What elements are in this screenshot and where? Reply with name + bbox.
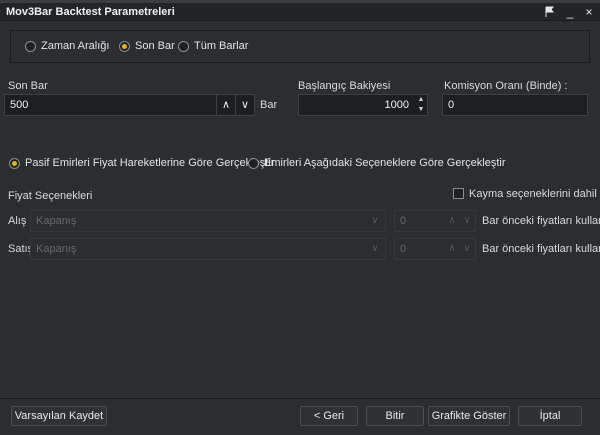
balance-input[interactable]: 1000 <box>298 94 428 116</box>
sell-number-up-icon[interactable]: ∧ <box>445 239 459 259</box>
sell-select-chevron-down-icon[interactable]: ∨ <box>368 239 382 259</box>
radio-emirleri-asagidaki[interactable] <box>248 158 259 169</box>
window-title: Mov3Bar Backtest Parametreleri <box>6 6 175 18</box>
sell-number-down-icon[interactable]: ∨ <box>460 239 474 259</box>
son-bar-label: Son Bar <box>8 80 48 92</box>
radio-label-emirleri-asagidaki[interactable]: Emirleri Aşağıdaki Seçeneklere Göre Gerç… <box>264 157 505 169</box>
cancel-button[interactable]: İptal <box>518 406 582 426</box>
son-bar-unit: Bar <box>260 99 278 111</box>
buy-select-chevron-down-icon[interactable]: ∨ <box>368 211 382 231</box>
buy-label: Alış <box>8 215 27 227</box>
radio-tum-barlar[interactable] <box>178 41 189 52</box>
balance-down-icon[interactable]: ▼ <box>416 105 426 115</box>
slippage-checkbox[interactable] <box>453 188 464 199</box>
minimize-button[interactable]: _ <box>562 4 578 20</box>
flag-icon[interactable] <box>542 4 558 20</box>
radio-label-zaman-araligi[interactable]: Zaman Aralığı <box>41 40 109 52</box>
balance-up-icon[interactable]: ▲ <box>416 95 426 105</box>
son-bar-up-button[interactable]: ∧ <box>216 94 236 116</box>
buy-number-up-icon[interactable]: ∧ <box>445 211 459 231</box>
close-button[interactable]: × <box>581 4 597 20</box>
son-bar-input[interactable]: 500 <box>4 94 218 116</box>
commission-input[interactable]: 0 <box>442 94 588 116</box>
radio-son-bar[interactable] <box>119 41 130 52</box>
sell-price-select[interactable]: Kapanış <box>30 238 386 260</box>
radio-label-son-bar[interactable]: Son Bar <box>135 40 175 52</box>
slippage-label[interactable]: Kayma seçeneklerini dahil et <box>469 188 600 200</box>
finish-button[interactable]: Bitir <box>366 406 424 426</box>
title-bar[interactable]: Mov3Bar Backtest Parametreleri _ × <box>0 3 600 21</box>
commission-label: Komisyon Oranı (Binde) : <box>444 80 568 92</box>
buy-price-select[interactable]: Kapanış <box>30 210 386 232</box>
radio-zaman-araligi[interactable] <box>25 41 36 52</box>
son-bar-down-button[interactable]: ∨ <box>235 94 255 116</box>
sell-suffix: Bar önceki fiyatları kullan <box>482 243 600 255</box>
show-chart-button[interactable]: Grafikte Göster <box>428 406 510 426</box>
balance-label: Başlangıç Bakiyesi <box>298 80 391 92</box>
back-button[interactable]: < Geri <box>300 406 358 426</box>
range-panel: Zaman Aralığı Son Bar Tüm Barlar <box>10 30 590 63</box>
buy-number-down-icon[interactable]: ∨ <box>460 211 474 231</box>
buy-suffix: Bar önceki fiyatları kullan <box>482 215 600 227</box>
radio-label-tum-barlar[interactable]: Tüm Barlar <box>194 40 248 52</box>
radio-label-pasif-emirleri[interactable]: Pasif Emirleri Fiyat Hareketlerine Göre … <box>25 157 274 169</box>
radio-pasif-emirleri[interactable] <box>9 158 20 169</box>
save-default-button[interactable]: Varsayılan Kaydet <box>11 406 107 426</box>
price-options-title: Fiyat Seçenekleri <box>8 190 93 202</box>
